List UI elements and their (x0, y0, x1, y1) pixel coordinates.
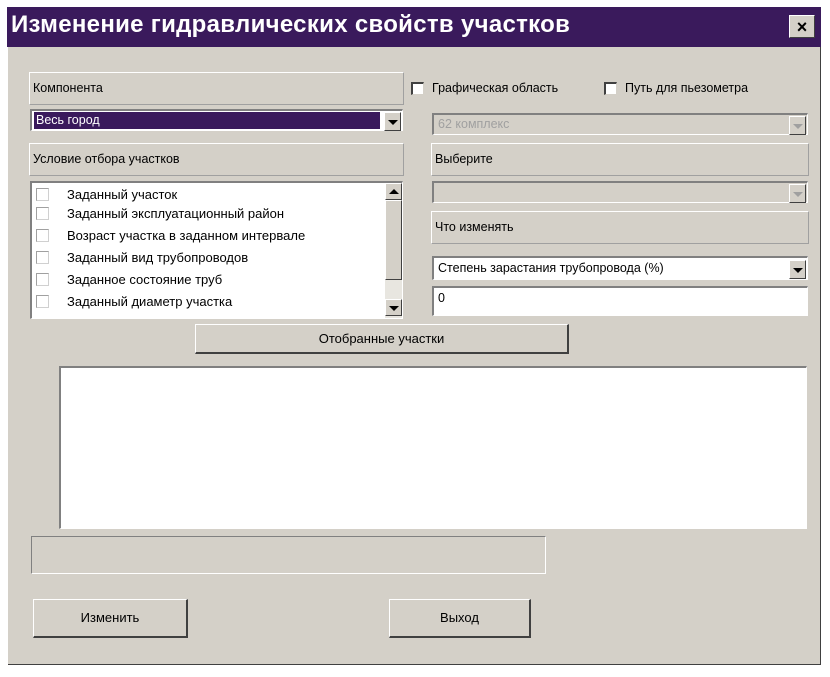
selected-segments-list[interactable] (59, 366, 807, 529)
condition-label: Заданный эксплуатационный район (67, 206, 285, 221)
choose-dropdown-button[interactable] (789, 184, 806, 203)
choose-label: Выберите (431, 143, 809, 176)
exit-button[interactable]: Выход (389, 599, 531, 638)
scroll-thumb[interactable] (385, 200, 402, 280)
condition-label: Заданный диаметр участка (67, 294, 233, 309)
chevron-down-icon (388, 120, 398, 125)
condition-checkbox[interactable] (36, 273, 49, 286)
what-change-label: Что изменять (431, 211, 809, 244)
chevron-down-icon (793, 268, 803, 273)
component-label: Компонента (29, 72, 404, 105)
dialog-window: Изменение гидравлических свойств участко… (7, 7, 821, 665)
graphic-area-checkbox[interactable] (411, 82, 424, 95)
choose-combo[interactable] (432, 181, 808, 203)
condition-checkbox[interactable] (36, 229, 49, 242)
scroll-down-button[interactable] (385, 299, 402, 316)
choose-combo-value (436, 184, 785, 201)
what-change-combo[interactable]: Степень зарастания трубопровода (%) (432, 256, 808, 280)
close-button[interactable]: × (789, 15, 815, 38)
status-field (31, 536, 546, 574)
arrow-down-icon (389, 306, 399, 311)
component-dropdown-button[interactable] (384, 112, 401, 131)
condition-checkbox[interactable] (36, 251, 49, 264)
piezometer-path-label: Путь для пьезометра (625, 81, 749, 95)
change-button[interactable]: Изменить (33, 599, 188, 638)
condition-label: Заданный вид трубопроводов (67, 250, 249, 265)
graphic-area-label: Графическая область (432, 81, 559, 95)
selected-segments-button[interactable]: Отобранные участки (195, 324, 569, 354)
change-amount-value: 0 (438, 291, 445, 305)
complex-combo[interactable]: 62 комплекс (432, 113, 808, 135)
conditions-list[interactable]: Заданный участок Заданный эксплуатационн… (30, 181, 403, 319)
scroll-up-button[interactable] (385, 183, 402, 200)
chevron-down-icon (793, 124, 803, 129)
complex-combo-value: 62 комплекс (438, 117, 510, 131)
conditions-scrollbar[interactable] (385, 183, 402, 318)
window-title: Изменение гидравлических свойств участко… (11, 11, 571, 38)
condition-checkbox[interactable] (36, 207, 49, 220)
what-change-dropdown-button[interactable] (789, 260, 806, 279)
condition-checkbox[interactable] (36, 188, 49, 201)
change-amount-input[interactable]: 0 (432, 286, 808, 316)
condition-label: Заданный участок (67, 187, 178, 202)
component-combo[interactable]: Весь город (30, 109, 403, 131)
condition-label: Условие отбора участков (29, 143, 404, 176)
condition-label: Заданное состояние труб (67, 272, 223, 287)
component-combo-value: Весь город (34, 112, 380, 129)
condition-label: Возраст участка в заданном интервале (67, 228, 306, 243)
arrow-up-icon (389, 189, 399, 194)
complex-dropdown-button[interactable] (789, 116, 806, 135)
chevron-down-icon (793, 192, 803, 197)
what-change-combo-value: Степень зарастания трубопровода (%) (438, 261, 664, 275)
title-bar: Изменение гидравлических свойств участко… (7, 7, 821, 47)
condition-checkbox[interactable] (36, 295, 49, 308)
piezometer-path-checkbox[interactable] (604, 82, 617, 95)
